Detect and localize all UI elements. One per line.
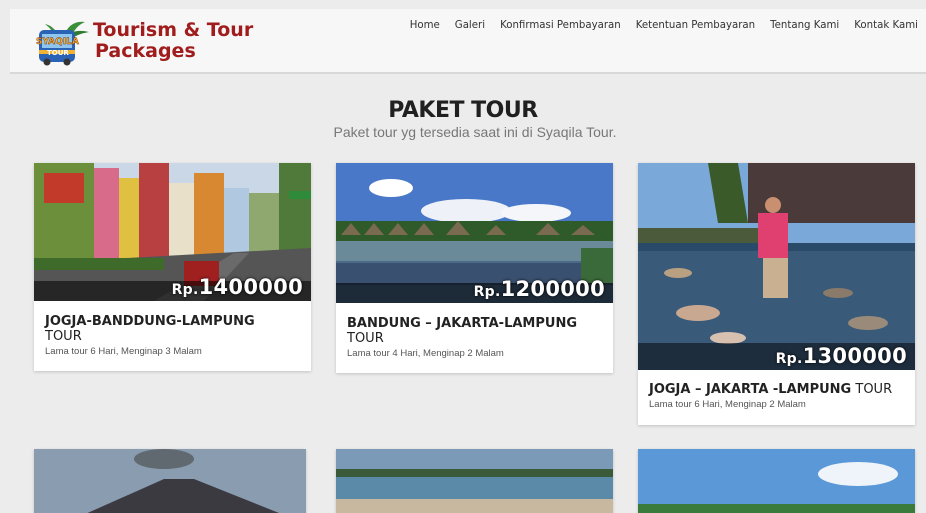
package-card-6[interactable] bbox=[638, 449, 915, 513]
main-nav: Home Galeri Konfirmasi Pembayaran Ketent… bbox=[410, 20, 918, 31]
package-image-3[interactable]: Rp.1300000 bbox=[638, 163, 915, 370]
nav-ketentuan-pembayaran[interactable]: Ketentuan Pembayaran bbox=[636, 20, 755, 31]
package-price-3: Rp.1300000 bbox=[775, 344, 907, 368]
package-body-1: JOGJA-BANDDUNG-LAMPUNG TOUR Lama tour 6 H… bbox=[45, 314, 303, 357]
package-desc-3: Lama tour 6 Hari, Menginap 2 Malam bbox=[649, 399, 806, 410]
package-image-1[interactable]: Rp.1400000 bbox=[34, 163, 311, 301]
package-price-1: Rp.1400000 bbox=[171, 275, 303, 299]
package-body-3: JOGJA – JAKARTA -LAMPUNG TOUR Lama tour … bbox=[649, 382, 907, 410]
logo-badge-icon: SYAQILA TOUR bbox=[33, 16, 91, 66]
badge-text-1: SYAQILA bbox=[36, 37, 79, 47]
badge-text-2: TOUR bbox=[47, 49, 69, 57]
package-title-3[interactable]: JOGJA – JAKARTA -LAMPUNG TOUR bbox=[649, 382, 907, 397]
package-price-2: Rp.1200000 bbox=[473, 277, 605, 301]
package-card-4[interactable] bbox=[34, 449, 306, 513]
page-subtitle: Paket tour yg tersedia saat ini di Syaqi… bbox=[333, 124, 617, 140]
logo-text: Tourism & Tour Packages bbox=[93, 20, 253, 62]
nav-konfirmasi-pembayaran[interactable]: Konfirmasi Pembayaran bbox=[500, 20, 621, 31]
package-image-5[interactable] bbox=[336, 449, 613, 513]
logo-line-1: Tourism & Tour bbox=[93, 19, 254, 41]
package-card-1[interactable]: Rp.1400000 JOGJA-BANDDUNG-LAMPUNG TOUR La… bbox=[34, 163, 311, 371]
site-header: SYAQILA TOUR Tourism & Tour Packages Hom… bbox=[10, 9, 926, 74]
package-title-2[interactable]: BANDUNG – JAKARTA-LAMPUNG TOUR bbox=[347, 316, 605, 346]
package-desc-1: Lama tour 6 Hari, Menginap 3 Malam bbox=[45, 346, 202, 357]
package-body-2: BANDUNG – JAKARTA-LAMPUNG TOUR Lama tour … bbox=[347, 316, 605, 359]
package-card-2[interactable]: Rp.1200000 BANDUNG – JAKARTA-LAMPUNG TOUR… bbox=[336, 163, 613, 373]
package-card-5[interactable] bbox=[336, 449, 613, 513]
site-logo[interactable]: SYAQILA TOUR Tourism & Tour Packages bbox=[33, 9, 253, 73]
package-title-1[interactable]: JOGJA-BANDDUNG-LAMPUNG TOUR bbox=[45, 314, 303, 344]
nav-home[interactable]: Home bbox=[410, 20, 440, 31]
logo-line-2: Packages bbox=[95, 40, 196, 62]
package-image-4[interactable] bbox=[34, 449, 306, 513]
package-image-2[interactable]: Rp.1200000 bbox=[336, 163, 613, 303]
package-image-6[interactable] bbox=[638, 449, 915, 513]
page-title: PAKET TOUR bbox=[388, 98, 538, 123]
package-desc-2: Lama tour 4 Hari, Menginap 2 Malam bbox=[347, 348, 504, 359]
nav-kontak-kami[interactable]: Kontak Kami bbox=[854, 20, 918, 31]
nav-galeri[interactable]: Galeri bbox=[455, 20, 485, 31]
package-card-3[interactable]: Rp.1300000 JOGJA – JAKARTA -LAMPUNG TOUR… bbox=[638, 163, 915, 425]
nav-tentang-kami[interactable]: Tentang Kami bbox=[770, 20, 839, 31]
